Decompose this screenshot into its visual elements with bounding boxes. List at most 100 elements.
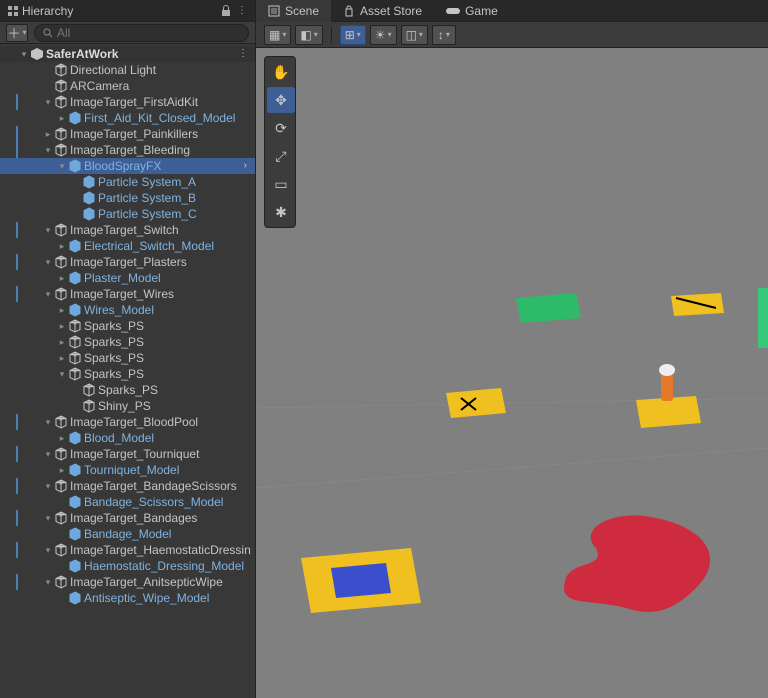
lighting-toggle[interactable]: ☀▾ — [370, 25, 397, 45]
prefab-icon — [68, 463, 82, 477]
tree-row[interactable]: Bandage_Scissors_Model — [0, 494, 255, 510]
foldout-icon[interactable]: ▾ — [42, 94, 54, 110]
hierarchy-search[interactable] — [34, 24, 249, 42]
foldout-icon[interactable]: ▾ — [56, 158, 68, 174]
2d-toggle[interactable]: ⊞▾ — [340, 25, 366, 45]
tree-row[interactable]: ▾ImageTarget_Switch — [0, 222, 255, 238]
tree-row[interactable]: ▾ImageTarget_BandageScissors — [0, 478, 255, 494]
tree-row[interactable]: ▸ Plaster_Model — [0, 270, 255, 286]
tree-row[interactable]: ▸ Electrical_Switch_Model — [0, 238, 255, 254]
lock-icon[interactable] — [221, 5, 231, 17]
override-bar — [16, 510, 18, 526]
foldout-icon[interactable]: ▸ — [56, 462, 68, 478]
prefab-icon — [82, 207, 96, 221]
shading-mode-dropdown[interactable]: ▦▾ — [264, 25, 291, 45]
tree-row[interactable]: ▾ImageTarget_Bleeding — [0, 142, 255, 158]
scene-view[interactable]: ✋✥⟳⤢▭✱ — [256, 48, 768, 698]
tab-game[interactable]: Game — [434, 0, 510, 22]
tree-item-label: Bandage_Scissors_Model — [84, 494, 223, 510]
tree-row[interactable]: ▸Blood_Model — [0, 430, 255, 446]
gameobject-icon — [54, 95, 68, 109]
foldout-icon[interactable]: ▸ — [56, 430, 68, 446]
hierarchy-tree[interactable]: ▾ SaferAtWork ⋮ Directional LightARCamer… — [0, 44, 255, 698]
tree-row[interactable]: ▾ImageTarget_AnitsepticWipe — [0, 574, 255, 590]
foldout-icon[interactable]: ▾ — [42, 254, 54, 270]
tree-row[interactable]: ▾ ImageTarget_BloodPool — [0, 414, 255, 430]
scene-row[interactable]: ▾ SaferAtWork ⋮ — [0, 46, 255, 62]
tab-asset-store[interactable]: Asset Store — [331, 0, 434, 22]
draw-mode-dropdown[interactable]: ◧▾ — [295, 25, 322, 45]
tree-row[interactable]: ▾ImageTarget_HaemostaticDressin — [0, 542, 255, 558]
fx-toggle[interactable]: ↕▾ — [432, 25, 456, 45]
foldout-icon[interactable]: ▾ — [42, 142, 54, 158]
tree-row[interactable]: ▾BloodSprayFX› — [0, 158, 255, 174]
tree-row[interactable]: Sparks_PS — [0, 382, 255, 398]
scene-menu-icon[interactable]: ⋮ — [238, 46, 249, 62]
tree-row[interactable]: ARCamera — [0, 78, 255, 94]
foldout-icon[interactable]: ▾ — [42, 222, 54, 238]
foldout-icon[interactable]: ▾ — [42, 286, 54, 302]
tree-row[interactable]: ▸ImageTarget_Painkillers — [0, 126, 255, 142]
tree-item-label: Particle System_C — [98, 206, 197, 222]
tree-item-label: Wires_Model — [84, 302, 154, 318]
override-bar — [16, 222, 18, 238]
foldout-icon[interactable]: ▸ — [56, 110, 68, 126]
hierarchy-tab[interactable]: Hierarchy — [8, 4, 73, 18]
tree-item-label: Bandage_Model — [84, 526, 171, 542]
override-bar — [16, 254, 18, 270]
foldout-icon[interactable]: ▾ — [42, 510, 54, 526]
tree-item-label: Directional Light — [70, 62, 156, 78]
audio-toggle[interactable]: ◫▾ — [401, 25, 428, 45]
tree-row[interactable]: Bandage_Model — [0, 526, 255, 542]
tree-row[interactable]: ▾ImageTarget_Tourniquet — [0, 446, 255, 462]
foldout-icon[interactable]: ▸ — [56, 270, 68, 286]
foldout-icon[interactable]: ▾ — [42, 574, 54, 590]
gameobject-icon — [54, 255, 68, 269]
foldout-icon[interactable]: ▸ — [56, 302, 68, 318]
tree-row[interactable]: ▸Tourniquet_Model — [0, 462, 255, 478]
search-input[interactable] — [57, 26, 240, 40]
foldout-icon[interactable]: ▾ — [42, 414, 54, 430]
tree-row[interactable]: Particle System_C — [0, 206, 255, 222]
tree-row[interactable]: Antiseptic_Wipe_Model — [0, 590, 255, 606]
foldout-icon[interactable]: ▸ — [56, 238, 68, 254]
tree-row[interactable]: ▸Sparks_PS — [0, 318, 255, 334]
tree-row[interactable]: ▾Sparks_PS — [0, 366, 255, 382]
hierarchy-tab-label: Hierarchy — [22, 4, 73, 18]
tree-item-label: ARCamera — [70, 78, 129, 94]
tree-row[interactable]: ▸ Sparks_PS — [0, 350, 255, 366]
open-prefab-icon[interactable]: › — [244, 158, 247, 174]
tree-row[interactable]: Shiny_PS — [0, 398, 255, 414]
panel-menu-icon[interactable]: ⋮ — [237, 5, 247, 16]
tree-row[interactable]: Directional Light — [0, 62, 255, 78]
tree-row[interactable]: ▸ First_Aid_Kit_Closed_Model — [0, 110, 255, 126]
tree-row[interactable]: ▾ImageTarget_FirstAidKit — [0, 94, 255, 110]
prefab-icon — [68, 239, 82, 253]
tree-item-label: ImageTarget_BloodPool — [70, 414, 198, 430]
tree-item-label: Electrical_Switch_Model — [84, 238, 214, 254]
foldout-icon[interactable]: ▾ — [42, 542, 54, 558]
foldout-icon[interactable]: ▾ — [56, 366, 68, 382]
foldout-icon[interactable]: ▾ — [18, 46, 30, 62]
create-button[interactable]: ＋▾ — [6, 24, 28, 42]
tree-row[interactable]: ▸ Wires_Model — [0, 302, 255, 318]
tree-row[interactable]: Particle System_A — [0, 174, 255, 190]
foldout-icon[interactable]: ▸ — [56, 318, 68, 334]
tree-row[interactable]: Haemostatic_Dressing_Model — [0, 558, 255, 574]
foldout-icon[interactable]: ▾ — [42, 446, 54, 462]
tree-row[interactable]: Particle System_B — [0, 190, 255, 206]
tree-row[interactable]: ▾ImageTarget_Wires — [0, 286, 255, 302]
tree-row[interactable]: ▾ImageTarget_Plasters — [0, 254, 255, 270]
tree-item-label: First_Aid_Kit_Closed_Model — [84, 110, 235, 126]
tree-item-label: Sparks_PS — [84, 350, 144, 366]
tab-scene[interactable]: Scene — [256, 0, 331, 22]
foldout-icon[interactable]: ▾ — [42, 478, 54, 494]
tree-row[interactable]: ▾ImageTarget_Bandages — [0, 510, 255, 526]
tree-item-label: Sparks_PS — [84, 334, 144, 350]
tree-row[interactable]: ▸ Sparks_PS — [0, 334, 255, 350]
tree-item-label: Plaster_Model — [84, 270, 161, 286]
foldout-icon[interactable]: ▸ — [42, 126, 54, 142]
foldout-icon[interactable]: ▸ — [56, 334, 68, 350]
prefab-icon — [68, 559, 82, 573]
foldout-icon[interactable]: ▸ — [56, 350, 68, 366]
